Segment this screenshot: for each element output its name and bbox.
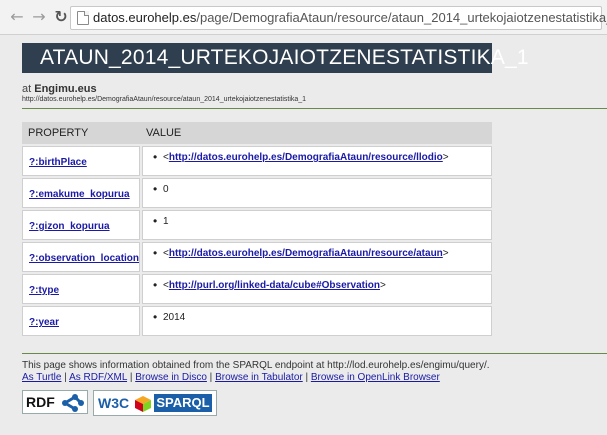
bullet-icon: • [153, 246, 158, 260]
property-cell: ?:type [22, 274, 140, 304]
value-cell: • <http://datos.eurohelp.es/DemografiaAta… [142, 146, 492, 176]
property-cell: ?:gizon_kopurua [22, 210, 140, 240]
value-cell: • 2014 [142, 306, 492, 336]
browser-toolbar: ← → ↻ datos.eurohelp.es/page/DemografiaA… [0, 0, 607, 35]
bullet-icon: • [153, 182, 158, 196]
rdf-badge-label: RDF [26, 394, 55, 410]
property-link[interactable]: ?:birthPlace [29, 157, 87, 168]
sparql-cube-icon [135, 396, 151, 412]
value-text: <http://purl.org/linked-data/cube#Observ… [163, 280, 386, 291]
value-text: <http://datos.eurohelp.es/DemografiaAtau… [163, 248, 449, 259]
sparql-label: SPARQL [154, 394, 212, 412]
value-link[interactable]: http://datos.eurohelp.es/DemografiaAtaun… [169, 248, 443, 259]
property-link[interactable]: ?:type [29, 285, 59, 296]
table-row: ?:observation_location • <http://datos.eur… [22, 242, 492, 272]
header-property: PROPERTY [28, 127, 89, 139]
property-cell: ?:birthPlace [22, 146, 140, 176]
value-text: 0 [163, 184, 169, 195]
reload-icon[interactable]: ↻ [52, 8, 70, 26]
value-cell: • <http://datos.eurohelp.es/DemografiaAta… [142, 242, 492, 272]
header-value: VALUE [146, 127, 182, 139]
bullet-icon: • [153, 214, 158, 228]
property-cell: ?:observation_location [22, 242, 140, 272]
value-cell: • 1 [142, 210, 492, 240]
divider-top [22, 108, 607, 109]
rdf-badge[interactable]: RDF [22, 390, 88, 414]
bullet-icon: • [153, 310, 158, 324]
property-link[interactable]: ?:observation_location [29, 253, 139, 264]
bullet-icon: • [153, 278, 158, 292]
footer-link[interactable]: As Turtle [22, 372, 61, 383]
table-row: ?:emakume_kopurua • 0 [22, 178, 492, 208]
footer-link[interactable]: Browse in OpenLink Browser [311, 372, 440, 383]
source-line: at Engimu.eus [22, 83, 97, 95]
value-cell: • <http://purl.org/linked-data/cube#Obser… [142, 274, 492, 304]
property-link[interactable]: ?:emakume_kopurua [29, 189, 130, 200]
resource-uri: http://datos.eurohelp.es/DemografiaAtaun… [22, 96, 307, 103]
property-cell: ?:year [22, 306, 140, 336]
divider-bottom [22, 353, 607, 354]
table-row: ?:birthPlace • <http://datos.eurohelp.es/D… [22, 146, 492, 176]
page-content: ATAUN_2014_URTEKOJAIOTZENESTATISTIKA_1 a… [0, 35, 607, 435]
property-link[interactable]: ?:year [29, 317, 59, 328]
value-cell: • 0 [142, 178, 492, 208]
footer-info: This page shows information obtained fro… [22, 360, 490, 371]
forward-arrow-icon[interactable]: → [30, 8, 48, 26]
w3c-label: W3C [98, 395, 130, 411]
table-row: ?:gizon_kopurua • 1 [22, 210, 492, 240]
value-text: 2014 [163, 312, 186, 323]
value-text: 1 [163, 216, 169, 227]
value-link[interactable]: http://datos.eurohelp.es/DemografiaAtaun… [169, 152, 443, 163]
property-link[interactable]: ?:gizon_kopurua [29, 221, 110, 232]
footer-link[interactable]: As RDF/XML [69, 372, 127, 383]
rdf-graph-icon [62, 394, 84, 412]
page-icon [77, 11, 89, 25]
bullet-icon: • [153, 150, 158, 164]
footer-link[interactable]: Browse in Tabulator [215, 372, 303, 383]
w3c-sparql-badge[interactable]: W3C SPARQL [93, 390, 217, 416]
table-row: ?:type • <http://purl.org/linked-data/cube… [22, 274, 492, 304]
property-cell: ?:emakume_kopurua [22, 178, 140, 208]
address-bar[interactable]: datos.eurohelp.es/page/DemografiaAtaun/r… [70, 6, 607, 30]
back-arrow-icon[interactable]: ← [8, 8, 26, 26]
url-text[interactable]: datos.eurohelp.es/page/DemografiaAtaun/r… [93, 10, 607, 25]
page-title: ATAUN_2014_URTEKOJAIOTZENESTATISTIKA_1 [40, 46, 529, 69]
value-link[interactable]: http://purl.org/linked-data/cube#Observa… [169, 280, 380, 291]
value-text: <http://datos.eurohelp.es/DemografiaAtau… [163, 152, 449, 163]
table-row: ?:year • 2014 [22, 306, 492, 336]
footer-link[interactable]: Browse in Disco [135, 372, 207, 383]
table-header: PROPERTY VALUE [22, 122, 492, 144]
title-banner: ATAUN_2014_URTEKOJAIOTZENESTATISTIKA_1 [22, 43, 529, 73]
footer-links: As Turtle | As RDF/XML | Browse in Disco… [22, 372, 440, 383]
